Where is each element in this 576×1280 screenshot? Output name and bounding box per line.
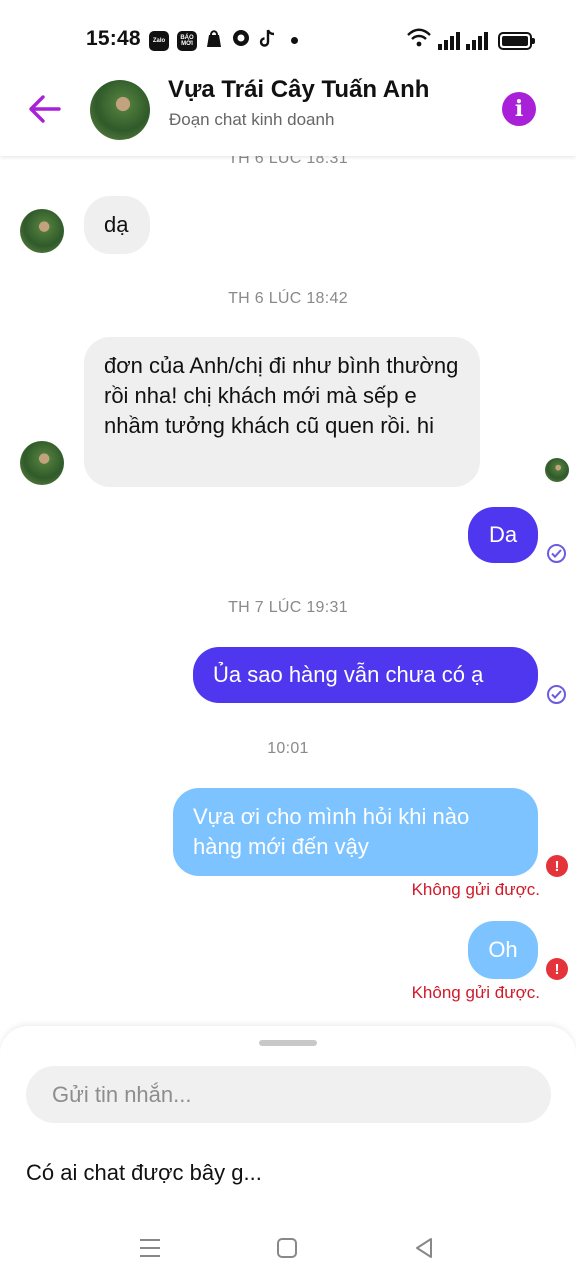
chat-header: Vựa Trái Cây Tuấn Anh Đoạn chat kinh doa… [0, 72, 576, 156]
back-triangle-icon[interactable] [404, 1230, 444, 1266]
back-button[interactable] [24, 88, 66, 130]
signal-2-icon [466, 31, 488, 50]
chat-subtitle: Đoạn chat kinh doanh [169, 110, 335, 129]
outgoing-message[interactable]: Vựa ơi cho mình hỏi khi nào hàng mới đến… [173, 788, 538, 876]
battery-icon [498, 31, 535, 50]
composer-sheet: Có ai chat được bây g... [0, 1026, 576, 1280]
system-navbar [0, 1222, 576, 1280]
timestamp: TH 6 LÚC 18:42 [228, 290, 348, 307]
status-indicators [406, 28, 535, 53]
sent-check-icon [547, 685, 566, 704]
error-icon[interactable]: ! [546, 958, 568, 980]
timestamp: TH 6 LÚC 18:31 [228, 156, 348, 167]
home-icon[interactable] [267, 1230, 307, 1266]
outgoing-message[interactable]: Ủa sao hàng vẫn chưa có ạ [193, 647, 538, 703]
message-input[interactable] [26, 1066, 551, 1123]
status-time: 15:48 [86, 27, 141, 50]
outgoing-message[interactable]: Da [468, 507, 538, 563]
tiktok-icon [259, 28, 277, 53]
menu-icon[interactable] [130, 1230, 170, 1266]
sender-avatar[interactable] [20, 209, 64, 253]
wifi-icon [406, 28, 432, 53]
outgoing-message[interactable]: Oh [468, 921, 538, 979]
send-failed-label[interactable]: Không gửi được. [412, 880, 540, 900]
seen-avatar [545, 458, 569, 482]
more-notifications-dot [291, 37, 298, 44]
message-list[interactable]: TH 6 LÚC 18:31 dạ TH 6 LÚC 18:42 đơn của… [0, 156, 576, 1028]
drag-handle[interactable] [259, 1040, 317, 1046]
bubble-app-icon [231, 28, 251, 53]
timestamp: 10:01 [267, 740, 309, 757]
error-icon[interactable]: ! [546, 855, 568, 877]
info-icon: i [514, 96, 524, 122]
incoming-message[interactable]: dạ [84, 196, 150, 254]
status-app-icons: Zalo BÁO MỚI [149, 28, 298, 53]
suggested-reply[interactable]: Có ai chat được bây g... [26, 1160, 262, 1186]
signal-1-icon [438, 31, 460, 50]
zalo-icon: Zalo [149, 30, 169, 51]
bag-icon [205, 28, 223, 53]
incoming-message[interactable]: đơn của Anh/chị đi như bình thường rồi n… [84, 337, 480, 487]
chat-title[interactable]: Vựa Trái Cây Tuấn Anh [168, 76, 429, 104]
baomoi-icon: BÁO MỚI [177, 30, 197, 51]
status-bar: 15:48 Zalo BÁO MỚI [0, 0, 576, 72]
send-failed-label[interactable]: Không gửi được. [412, 983, 540, 1003]
info-button[interactable]: i [502, 92, 536, 126]
sent-check-icon [547, 544, 566, 563]
back-arrow-icon [29, 95, 61, 123]
contact-avatar[interactable] [90, 80, 150, 140]
sender-avatar[interactable] [20, 441, 64, 485]
timestamp: TH 7 LÚC 19:31 [228, 599, 348, 616]
